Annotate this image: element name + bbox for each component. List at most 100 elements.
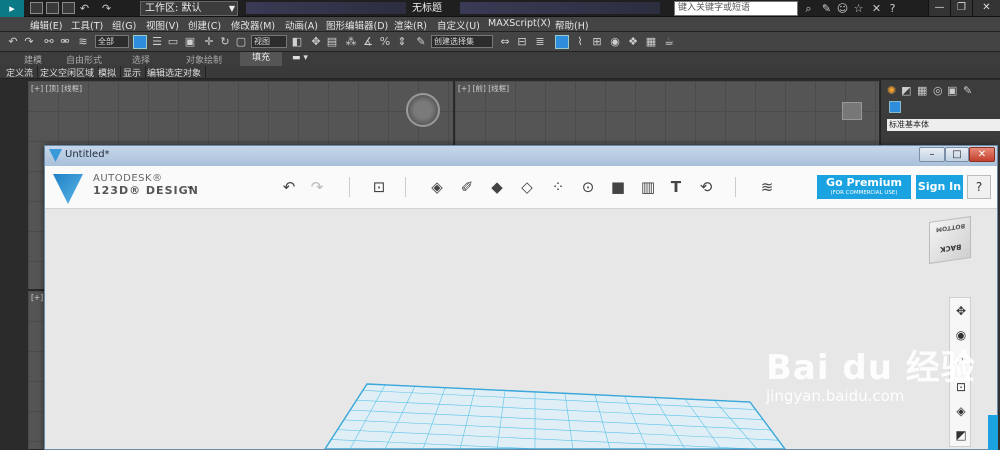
go-premium-button[interactable]: Go Premium (FOR COMMERCIAL USE) [817, 175, 911, 199]
help-button[interactable]: ? [967, 175, 991, 199]
binoculars-icon[interactable]: ⌕ [802, 2, 815, 15]
utilities-tab-icon[interactable]: ✎ [963, 84, 972, 97]
close-small-icon[interactable]: ✕ [870, 2, 883, 15]
link-icon[interactable]: ⚯ [42, 35, 56, 49]
restore-button[interactable]: ❐ [950, 0, 972, 16]
undo-icon[interactable]: ↶ [78, 2, 91, 15]
motion-tab-icon[interactable]: ◎ [933, 84, 943, 97]
combine-icon[interactable]: ■ [608, 177, 628, 197]
menu-edit[interactable]: 编辑(E) [30, 18, 62, 32]
edit-named-sel-icon[interactable]: ✎ [414, 35, 428, 49]
sign-in-button[interactable]: Sign In [916, 175, 963, 199]
viewcube[interactable]: BOTTOM BACK [929, 216, 971, 264]
redo-icon[interactable]: ↷ [307, 177, 327, 197]
new-file-icon[interactable] [30, 2, 43, 14]
render-setup-icon[interactable]: ❖ [626, 35, 640, 49]
window-crossing-icon[interactable]: ▣ [183, 35, 197, 49]
save-file-icon[interactable] [62, 2, 75, 14]
display-tab-icon[interactable]: ▣ [947, 84, 957, 97]
open-file-icon[interactable] [46, 2, 59, 14]
redo-icon[interactable]: ↷ [22, 35, 36, 49]
percent-snap-icon[interactable]: % [378, 35, 392, 49]
snap-icon[interactable]: ⟲ [696, 177, 716, 197]
minimize-button[interactable]: — [928, 0, 950, 16]
transform-icon[interactable]: ⊡ [369, 177, 389, 197]
angle-snap-icon[interactable]: ∡ [361, 35, 375, 49]
rendered-frame-icon[interactable]: ▦ [644, 35, 658, 49]
viewport-label-top[interactable]: [+] [顶] [线框] [31, 83, 82, 94]
subtab-display[interactable]: 显示 [123, 66, 147, 79]
menu-create[interactable]: 创建(C) [188, 18, 221, 32]
subtab-define-idle-areas[interactable]: 定义空闲区域 [40, 66, 100, 79]
menu-animation[interactable]: 动画(A) [285, 18, 318, 32]
star-icon[interactable]: ☆ [852, 2, 865, 15]
schematic-view-icon[interactable]: ⊞ [590, 35, 604, 49]
primitives-icon[interactable]: ◈ [427, 177, 447, 197]
menu-help[interactable]: 帮助(H) [555, 18, 589, 32]
app-minimize-button[interactable]: – [919, 147, 945, 162]
pivot-center-icon[interactable]: ◧ [290, 35, 304, 49]
ref-coord-dropdown[interactable]: 视图 [251, 35, 287, 48]
material-editor-icon[interactable]: ◉ [608, 35, 622, 49]
undo-icon[interactable]: ↶ [279, 177, 299, 197]
search-input[interactable]: 键入关键字或短语 [674, 1, 798, 16]
curve-editor-icon[interactable]: ⌇ [573, 35, 587, 49]
rotate-icon[interactable]: ↻ [218, 35, 232, 49]
text-icon[interactable]: T [666, 177, 686, 197]
select-object-icon[interactable] [133, 35, 147, 49]
menu-modifiers[interactable]: 修改器(M) [231, 18, 275, 32]
ribbon-tab-selection[interactable]: 选择 [132, 53, 150, 66]
menu-group[interactable]: 组(G) [112, 18, 136, 32]
ribbon-tab-object-paint[interactable]: 对象绘制 [186, 53, 222, 66]
viewport-label-persp[interactable]: [+] [31, 293, 43, 302]
selection-filter-dropdown[interactable]: 全部 [95, 35, 129, 48]
ribbon-tab-populate[interactable]: 填充 [240, 52, 283, 66]
menu-rendering[interactable]: 渲染(R) [394, 18, 427, 32]
redo-icon[interactable]: ↷ [100, 2, 113, 15]
modify-icon[interactable]: ◇ [517, 177, 537, 197]
construct-icon[interactable]: ◆ [487, 177, 507, 197]
max-logo-icon[interactable]: ▸ [0, 0, 24, 17]
align-icon[interactable]: ⊟ [515, 35, 529, 49]
max-viewcube-icon[interactable] [842, 102, 862, 120]
steering-wheel-icon[interactable] [406, 93, 440, 127]
menu-graph-editors[interactable]: 图形编辑器(D) [326, 18, 388, 32]
modify-tab-icon[interactable]: ◩ [901, 84, 911, 97]
measure-icon[interactable]: ▥ [638, 177, 658, 197]
user-icon[interactable]: ☺ [836, 2, 849, 15]
app-close-button[interactable]: ✕ [969, 147, 995, 162]
wrench-icon[interactable]: ✎ [820, 2, 833, 15]
ribbon-options-icon[interactable]: ▬ ▾ [292, 53, 308, 63]
scrollbar-thumb[interactable] [988, 415, 998, 450]
menu-tools[interactable]: 工具(T) [71, 18, 103, 32]
keyboard-shortcut-icon[interactable]: ▤ [325, 35, 339, 49]
menu-view[interactable]: 视图(V) [146, 18, 179, 32]
primitive-type-dropdown[interactable]: 标准基本体 [887, 119, 1000, 131]
subtab-define-flows[interactable]: 定义流 [6, 66, 39, 79]
bind-space-warp-icon[interactable]: ≋ [76, 35, 90, 49]
close-button[interactable]: ✕ [972, 0, 1000, 16]
select-manipulate-icon[interactable]: ✥ [309, 35, 323, 49]
help-icon[interactable]: ? [886, 2, 899, 15]
rect-selection-icon[interactable]: ▭ [166, 35, 180, 49]
design-canvas[interactable]: BOTTOM BACK ✥ ◉ ⌕ ⊡ ◈ ◩ [45, 209, 997, 449]
create-tab-icon[interactable]: ✺ [887, 84, 896, 97]
app-maximize-button[interactable]: □ [945, 147, 969, 162]
snaps-toggle-icon[interactable]: ⁂ [344, 35, 358, 49]
spinner-snap-icon[interactable]: ⇕ [395, 35, 409, 49]
hierarchy-tab-icon[interactable]: ▦ [917, 84, 927, 97]
ribbon-tab-modeling[interactable]: 建模 [24, 53, 42, 66]
render-production-icon[interactable]: ☕ [662, 35, 676, 49]
app-menu-chevron-icon[interactable]: ⌄ [185, 178, 195, 192]
ribbon-tab-freeform[interactable]: 自由形式 [66, 53, 102, 66]
workspace-dropdown[interactable]: 工作区: 默认 ▼ [140, 1, 238, 16]
graphite-toolbar-icon[interactable] [555, 35, 569, 49]
geometry-icon[interactable] [889, 101, 901, 113]
sketch-icon[interactable]: ✐ [457, 177, 477, 197]
undo-icon[interactable]: ↶ [6, 35, 20, 49]
pan-icon[interactable]: ✥ [952, 302, 970, 320]
unlink-icon[interactable]: ⚮ [58, 35, 72, 49]
subtab-simulate[interactable]: 模拟 [98, 66, 122, 79]
subtab-edit-selected[interactable]: 编辑选定对象 [147, 66, 207, 79]
select-by-name-icon[interactable]: ☰ [150, 35, 164, 49]
